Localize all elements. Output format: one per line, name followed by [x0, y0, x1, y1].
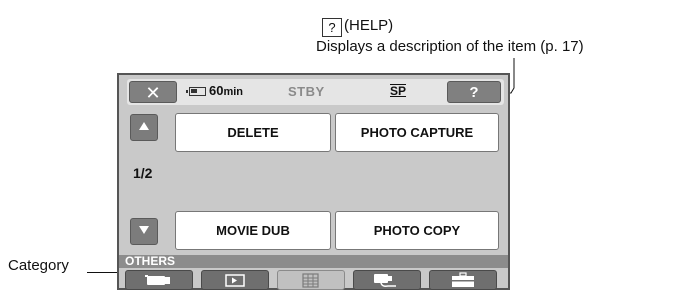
- scroll-up-button[interactable]: [130, 114, 158, 141]
- category-callout-line: [87, 272, 117, 273]
- tab-playback[interactable]: [201, 270, 269, 290]
- battery-icon: [186, 87, 206, 96]
- setup-icon: [452, 272, 474, 287]
- category-callout-label: Category: [8, 257, 69, 274]
- battery-unit: min: [223, 86, 244, 98]
- playback-icon: [225, 274, 245, 287]
- photo-capture-button[interactable]: PHOTO CAPTURE: [335, 113, 499, 152]
- movie-dub-button[interactable]: MOVIE DUB: [175, 211, 331, 250]
- edit-icon: [374, 274, 396, 287]
- others-icon: [302, 273, 319, 288]
- battery-time: 60: [209, 83, 224, 98]
- category-label: OTHERS: [125, 254, 176, 268]
- recording-mode-indicator: SP: [390, 84, 407, 98]
- close-button[interactable]: ✕: [129, 81, 177, 103]
- camera-icon: [145, 275, 170, 285]
- tab-edit[interactable]: [353, 270, 421, 290]
- triangle-down-icon: [139, 226, 149, 234]
- tab-others[interactable]: [277, 270, 345, 290]
- lcd-screen: ✕ 60min STBY SP ? 1/2 DELETE PHOTO CAPTU…: [117, 73, 510, 290]
- tab-setup[interactable]: [429, 270, 497, 290]
- triangle-up-icon: [139, 122, 149, 130]
- status-bar: ✕ 60min STBY SP ?: [127, 79, 504, 105]
- category-bar: OTHERS: [119, 255, 508, 268]
- page-indicator: 1/2: [133, 165, 153, 181]
- help-button[interactable]: ?: [447, 81, 501, 103]
- tab-camera[interactable]: [125, 270, 193, 290]
- mode-indicator: STBY: [288, 84, 325, 99]
- photo-copy-button[interactable]: PHOTO COPY: [335, 211, 499, 250]
- delete-button[interactable]: DELETE: [175, 113, 331, 152]
- battery-remaining: 60min: [209, 83, 243, 98]
- category-tabs: [121, 268, 506, 290]
- scroll-down-button[interactable]: [130, 218, 158, 245]
